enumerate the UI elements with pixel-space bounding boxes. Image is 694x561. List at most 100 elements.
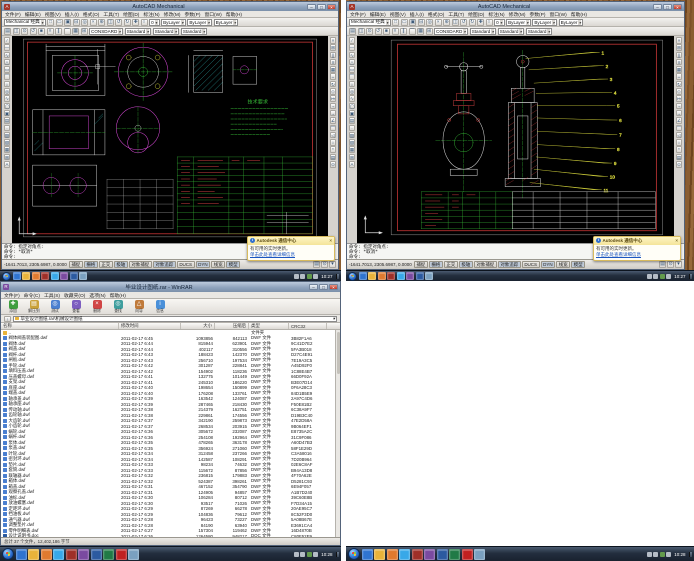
pan-icon[interactable]: ✚ <box>132 19 139 26</box>
break-icon[interactable]: ∠ <box>330 117 337 124</box>
model-space-icon[interactable]: ▤ <box>659 261 666 268</box>
taskbar-app-icon[interactable] <box>28 549 39 560</box>
taskbar-app-icon[interactable] <box>462 549 473 560</box>
workspace-combo[interactable]: Mechanical 经典▾ <box>349 19 391 26</box>
balloon-link[interactable]: 单击此处查看详细信息 <box>594 252 680 261</box>
annotation-scale-icon[interactable]: ⊙ <box>321 261 328 268</box>
open-icon[interactable]: ▭ <box>56 19 63 26</box>
taskbar-app-icon[interactable] <box>425 272 433 280</box>
workspace-combo[interactable]: Mechanical 经典▾ <box>4 19 46 26</box>
chamfer-icon[interactable]: ◁ <box>330 132 337 139</box>
taskbar-app-icon[interactable] <box>474 549 485 560</box>
paste-icon[interactable]: ◫ <box>452 19 459 26</box>
color-control-icon[interactable]: ■ <box>38 28 45 35</box>
menu-item[interactable]: 修改(M) <box>509 11 526 18</box>
column-header[interactable]: 大小 <box>181 323 215 329</box>
start-button[interactable] <box>2 272 11 281</box>
taskbar-app-icon[interactable] <box>16 549 27 560</box>
tray-icon[interactable] <box>300 552 305 557</box>
titlebar[interactable]: A AutoCAD Mechanical – □ × <box>2 2 338 11</box>
table-style-icon[interactable]: ▦ <box>417 28 424 35</box>
taskbar-app-icon[interactable] <box>359 272 367 280</box>
status-toggle[interactable]: DUCS <box>177 261 195 268</box>
pan-icon[interactable]: ✚ <box>477 19 484 26</box>
lineweight-icon[interactable]: ∥ <box>400 28 407 35</box>
plot-preview-icon[interactable]: ◎ <box>81 19 88 26</box>
address-input[interactable]: 毕业设计图纸.rar\机械设计图纸 ▾ <box>13 316 337 322</box>
tray-icon[interactable] <box>313 552 318 557</box>
status-toggle[interactable]: 对象追踪 <box>498 261 521 268</box>
match-icon[interactable]: ⊙ <box>330 161 337 168</box>
column-header[interactable]: 压缩后 <box>215 323 249 329</box>
explode-icon[interactable]: * <box>676 146 683 153</box>
trim-icon[interactable]: ¬ <box>330 103 337 110</box>
revcloud-icon[interactable]: ◎ <box>4 88 11 95</box>
status-toggle[interactable]: 捕捉 <box>414 261 428 268</box>
column-header[interactable]: 名称 <box>1 323 119 329</box>
taskbar-app-icon[interactable] <box>41 549 52 560</box>
menu-item[interactable]: 文件(F) <box>350 11 366 18</box>
scrollbar-thumb[interactable] <box>337 332 340 374</box>
property-combo[interactable]: ByLayer▾ <box>161 19 186 26</box>
status-toggle[interactable]: 线宽 <box>556 261 570 268</box>
taskbar-app-icon[interactable] <box>116 549 127 560</box>
style-combo[interactable]: CONSDARD▾ <box>434 28 468 35</box>
array-icon[interactable]: ▦ <box>330 66 337 73</box>
taskbar-app-icon[interactable] <box>32 272 40 280</box>
menu-item[interactable]: 工具(T) <box>103 11 119 18</box>
archiver-tool-button[interactable]: ▤ 解压到 <box>25 300 43 314</box>
archiver-tool-button[interactable]: △ 向导 <box>130 300 148 314</box>
tray-icon[interactable] <box>300 274 305 279</box>
taskbar-app-icon[interactable] <box>41 272 49 280</box>
menu-item[interactable]: 绘图(D) <box>468 11 484 18</box>
copy-clip-icon[interactable]: ⊕ <box>98 19 105 26</box>
balloon-close-icon[interactable]: × <box>329 238 332 243</box>
tray-icon[interactable] <box>666 274 671 279</box>
status-toggle[interactable]: 对象捕捉 <box>129 261 152 268</box>
taskbar-app-icon[interactable] <box>416 272 424 280</box>
property-combo[interactable]: ByLayer▾ <box>559 19 584 26</box>
start-button[interactable] <box>2 548 14 560</box>
close-button[interactable]: × <box>327 4 336 10</box>
menu-item[interactable]: 插入(I) <box>410 11 424 18</box>
scale-icon[interactable]: ◇ <box>676 88 683 95</box>
taskbar-app-icon[interactable] <box>53 549 64 560</box>
explode-icon[interactable]: * <box>330 146 337 153</box>
status-toggle[interactable]: DUCS <box>522 261 540 268</box>
copy-icon[interactable]: ⊞ <box>676 44 683 51</box>
join-icon[interactable]: ⌒ <box>330 125 337 132</box>
qnew-icon[interactable]: □ <box>392 19 399 26</box>
revcloud-icon[interactable]: ◎ <box>349 88 356 95</box>
open-icon[interactable]: ▭ <box>401 19 408 26</box>
style-combo[interactable]: Standard▾ <box>153 28 180 35</box>
taskbar-app-icon[interactable] <box>449 549 460 560</box>
extend-icon[interactable]: → <box>330 110 337 117</box>
polygon-icon[interactable]: △ <box>349 59 356 66</box>
layer-combo[interactable]: 0▾ <box>149 19 159 26</box>
layers-icon[interactable]: ▤ <box>4 28 11 35</box>
layer-properties-icon[interactable]: ◫ <box>358 28 365 35</box>
stretch-icon[interactable]: ↦ <box>330 95 337 102</box>
fillet-icon[interactable]: ○ <box>330 139 337 146</box>
balloon-link[interactable]: 单击此处查看详细信息 <box>248 252 334 261</box>
text-style-icon[interactable]: ⊞ <box>81 28 88 35</box>
status-toggle[interactable]: 正交 <box>99 261 113 268</box>
minimize-button[interactable]: – <box>309 284 318 290</box>
copy-icon[interactable]: ⊞ <box>330 44 337 51</box>
status-toggle[interactable]: 捕捉 <box>69 261 83 268</box>
minimize-button[interactable]: – <box>307 4 316 10</box>
status-toggle[interactable]: 模型 <box>571 261 585 268</box>
erase-icon[interactable]: × <box>330 37 337 44</box>
maximize-button[interactable]: □ <box>317 4 326 10</box>
style-combo[interactable]: CONSDARD▾ <box>89 28 123 35</box>
annotation-scale-icon[interactable]: ⊙ <box>667 261 674 268</box>
arc-icon[interactable]: ⌒ <box>4 73 11 80</box>
rectangle-icon[interactable]: ▭ <box>349 66 356 73</box>
table-icon[interactable]: ⊞ <box>4 154 11 161</box>
property-combo[interactable]: ByLayer▾ <box>532 19 557 26</box>
style-combo[interactable]: Standard▾ <box>125 28 152 35</box>
taskbar-app-icon[interactable] <box>378 272 386 280</box>
menu-item[interactable]: 视图(V) <box>45 11 61 18</box>
properties-icon[interactable]: ▤ <box>676 154 683 161</box>
join-icon[interactable]: ⌒ <box>676 125 683 132</box>
